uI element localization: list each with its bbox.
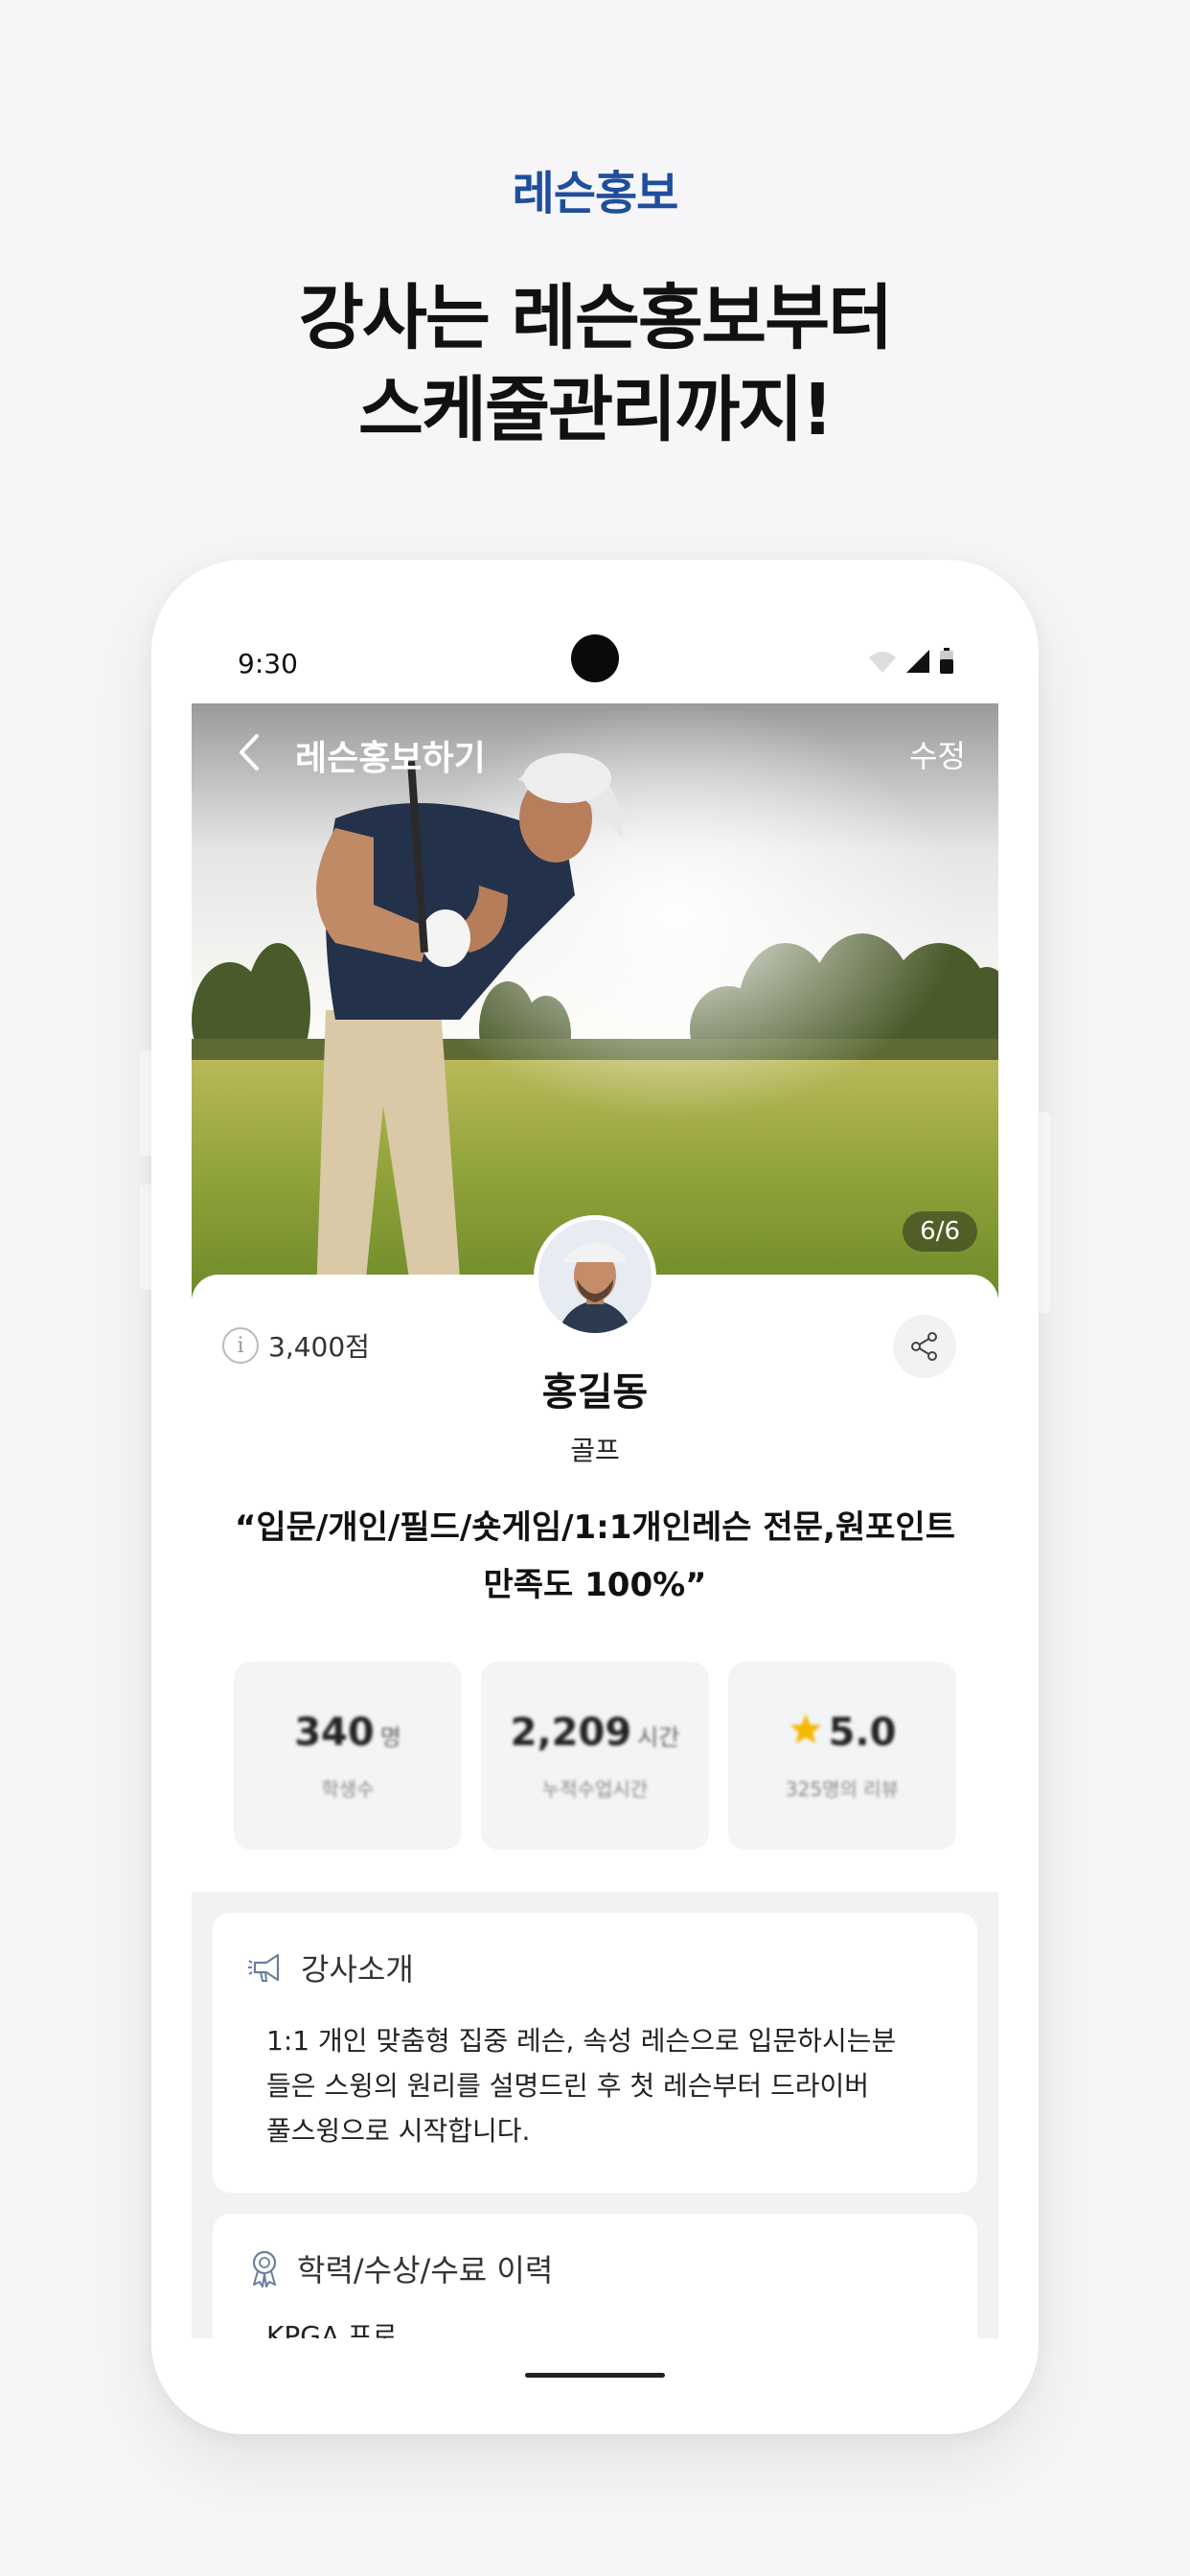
- front-camera: [571, 634, 619, 682]
- stat-lesson-hours: 2,209 시간 누적수업시간: [481, 1662, 709, 1850]
- history-section-title: 학력/수상/수료 이력: [297, 2252, 554, 2288]
- status-time: 9:30: [238, 648, 298, 679]
- stat-rating-label: 325명의 리뷰: [785, 1777, 900, 1801]
- instructor-headline-line2: 만족도 100%”: [483, 1566, 707, 1604]
- stat-rating[interactable]: 5.0 325명의 리뷰: [728, 1662, 956, 1850]
- page-title: 레슨홍보하기: [295, 739, 486, 778]
- points-indicator: i 3,400점: [222, 1326, 370, 1365]
- stat-hours-unit: 시간: [637, 1723, 680, 1751]
- promo-eyebrow: 레슨홍보: [512, 167, 679, 220]
- top-navigation: 레슨홍보하기 수정: [192, 703, 998, 799]
- history-section: 학력/수상/수료 이력 KPGA 프로: [213, 2214, 977, 2338]
- points-value: 3,400점: [268, 1331, 370, 1363]
- stat-students-value: 340: [294, 1710, 375, 1755]
- intro-line3: 풀스윙으로 시작합니다.: [266, 2115, 531, 2147]
- instructor-headline: “입문/개인/필드/숏게임/1:1개인레슨 전문,원포인트 만족도 100%”: [230, 1499, 960, 1614]
- share-icon: [911, 1332, 937, 1361]
- home-indicator[interactable]: [525, 2373, 665, 2378]
- image-counter-badge: 6/6: [903, 1211, 977, 1252]
- instructor-portrait: [538, 1220, 652, 1333]
- history-item: KPGA 프로: [266, 2320, 398, 2338]
- award-ribbon-icon: [252, 2250, 277, 2288]
- phone-chin: [192, 2338, 998, 2396]
- star-icon: [790, 1713, 821, 1744]
- back-chevron-icon[interactable]: [228, 728, 270, 776]
- stat-hours-value: 2,209: [510, 1710, 632, 1755]
- phone-screen: 9:30 레슨홍보하기 수정 6/6 i 3,400점 홍길동 골프 “입문/개…: [192, 613, 998, 2338]
- promo-headline-line2: 스케줄관리까지!: [357, 369, 834, 451]
- stat-rating-value: 5.0: [828, 1710, 897, 1755]
- battery-icon: [940, 648, 953, 674]
- cellular-signal-icon: [906, 650, 929, 673]
- megaphone-icon: [248, 1953, 280, 1982]
- intro-section-title: 강사소개: [301, 1951, 414, 1988]
- info-icon[interactable]: i: [222, 1327, 259, 1364]
- intro-line1: 1:1 개인 맞춤형 집중 레슨, 속성 레슨으로 입문하시는분: [266, 2025, 897, 2057]
- wifi-icon: [869, 652, 896, 673]
- history-section-body: KPGA 프로: [266, 2313, 937, 2338]
- instructor-headline-line1: “입문/개인/필드/숏게임/1:1개인레슨 전문,원포인트: [234, 1508, 955, 1547]
- status-bar: 9:30: [192, 613, 998, 703]
- stat-students: 340 명 학생수: [234, 1662, 462, 1850]
- stat-hours-label: 누적수업시간: [541, 1777, 649, 1801]
- status-icons: [868, 648, 954, 675]
- edit-button[interactable]: 수정: [909, 732, 966, 776]
- stat-students-label: 학생수: [321, 1777, 375, 1801]
- promo-headline: 강사는 레슨홍보부터 스케줄관리까지!: [0, 272, 1190, 456]
- promo-headline-line1: 강사는 레슨홍보부터: [298, 277, 893, 359]
- instructor-name: 홍길동: [541, 1370, 649, 1414]
- intro-line2: 들은 스윙의 원리를 설명드린 후 첫 레슨부터 드라이버: [266, 2070, 870, 2102]
- intro-section-body: 1:1 개인 맞춤형 집중 레슨, 속성 레슨으로 입문하시는분 들은 스윙의 …: [266, 2018, 937, 2153]
- stats-row: 340 명 학생수 2,209 시간 누적수업시간 5.0 325명의 리뷰: [234, 1662, 956, 1850]
- stat-students-unit: 명: [379, 1723, 401, 1751]
- intro-section: 강사소개 1:1 개인 맞춤형 집중 레슨, 속성 레슨으로 입문하시는분 들은…: [213, 1913, 977, 2193]
- instructor-category: 골프: [570, 1435, 620, 1466]
- avatar[interactable]: [534, 1215, 656, 1338]
